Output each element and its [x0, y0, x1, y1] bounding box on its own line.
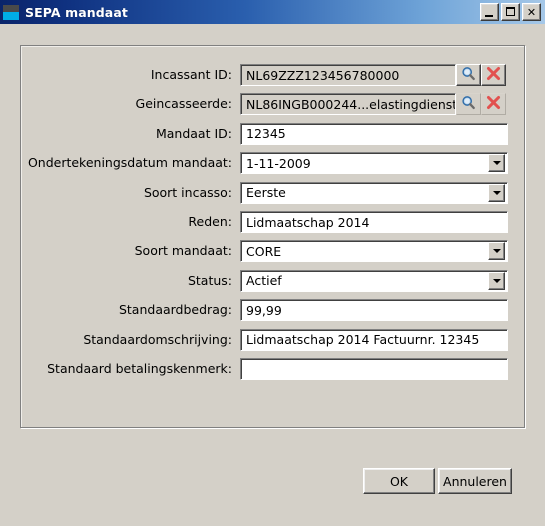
field-label: Status:: [187, 272, 232, 288]
chevron-down-icon: [492, 190, 501, 195]
chevron-down-icon: [492, 278, 501, 283]
form-row: Standaardomschrijving:: [22, 328, 508, 351]
combobox-value: Actief: [246, 273, 282, 289]
combobox-value: Eerste: [246, 185, 286, 201]
close-icon: ✕: [526, 5, 537, 19]
cancel-button[interactable]: Annuleren: [438, 468, 512, 494]
field-container: [240, 122, 508, 145]
search-button[interactable]: [456, 93, 481, 116]
text-input[interactable]: [240, 211, 508, 233]
text-input[interactable]: [240, 358, 508, 380]
form-row: Ondertekeningsdatum mandaat: 1-11-2009: [22, 152, 508, 175]
clear-button[interactable]: [481, 64, 506, 86]
combobox-dropdown-button[interactable]: [488, 183, 505, 202]
readonly-text-input[interactable]: [240, 93, 456, 116]
cancel-button-label: Annuleren: [443, 473, 507, 489]
form-row: Incassant ID:: [22, 64, 506, 86]
combobox-dropdown-button[interactable]: [488, 154, 505, 173]
clear-button[interactable]: [481, 93, 506, 116]
field-label: Geincasseerde:: [135, 96, 232, 112]
form-row: Standaardbedrag:: [22, 299, 508, 322]
combobox[interactable]: CORE: [240, 240, 508, 263]
clear-icon: [486, 66, 501, 84]
chevron-down-icon: [492, 249, 501, 254]
text-input[interactable]: [240, 299, 508, 322]
field-label: Soort mandaat:: [134, 243, 232, 259]
field-container: [240, 211, 508, 233]
minimize-button[interactable]: [480, 3, 499, 21]
field-container: [240, 64, 506, 86]
ok-button[interactable]: OK: [363, 468, 435, 494]
clear-icon: [486, 95, 501, 113]
field-container: [240, 299, 508, 322]
maximize-button[interactable]: [501, 3, 520, 21]
field-label: Reden:: [188, 214, 232, 229]
field-container: 1-11-2009: [240, 152, 508, 175]
field-container: Actief: [240, 269, 508, 292]
combobox[interactable]: Eerste: [240, 181, 508, 204]
field-label: Ondertekeningsdatum mandaat:: [27, 155, 232, 171]
maximize-icon: [506, 7, 515, 16]
search-icon: [461, 95, 476, 113]
form-row: Mandaat ID:: [22, 122, 508, 145]
field-container: CORE: [240, 240, 508, 263]
search-button[interactable]: [456, 64, 481, 86]
combobox[interactable]: 1-11-2009: [240, 152, 508, 175]
readonly-text-input[interactable]: [240, 64, 456, 86]
combobox[interactable]: Actief: [240, 269, 508, 292]
combobox-value: 1-11-2009: [246, 155, 311, 171]
form-row: Reden:: [22, 211, 508, 233]
text-input[interactable]: [240, 328, 508, 351]
chevron-down-icon: [492, 161, 501, 166]
combobox-dropdown-button[interactable]: [488, 271, 505, 290]
field-label: Standaardbedrag:: [118, 302, 232, 318]
close-button[interactable]: ✕: [522, 3, 541, 21]
ok-button-label: OK: [389, 473, 409, 489]
field-container: [240, 328, 508, 351]
field-container: [240, 358, 508, 380]
form-row: Soort incasso: Eerste: [22, 181, 508, 204]
field-label: Incassant ID:: [150, 67, 232, 82]
field-label: Mandaat ID:: [155, 125, 232, 141]
text-input[interactable]: [240, 122, 508, 145]
field-container: [240, 93, 506, 116]
field-label: Standaardomschrijving:: [83, 331, 232, 347]
window-title: SEPA mandaat: [25, 4, 128, 20]
window-controls: ✕: [480, 3, 541, 21]
form-row: Standaard betalingskenmerk:: [22, 358, 508, 380]
combobox-dropdown-button[interactable]: [488, 242, 505, 261]
form-row: Geincasseerde:: [22, 93, 506, 116]
sepa-app-icon: [3, 4, 19, 20]
search-icon: [461, 66, 476, 84]
field-label: Standaard betalingskenmerk:: [47, 361, 232, 376]
sepa-mandaat-dialog: SEPA mandaat ✕ Incassant ID: Geincasseerd…: [0, 0, 545, 526]
combobox-value: CORE: [246, 243, 282, 259]
minimize-icon: [485, 15, 493, 17]
field-container: Eerste: [240, 181, 508, 204]
form-row: Status: Actief: [22, 269, 508, 292]
form-row: Soort mandaat: CORE: [22, 240, 508, 263]
title-bar[interactable]: SEPA mandaat ✕: [0, 0, 545, 24]
field-label: Soort incasso:: [143, 184, 232, 200]
